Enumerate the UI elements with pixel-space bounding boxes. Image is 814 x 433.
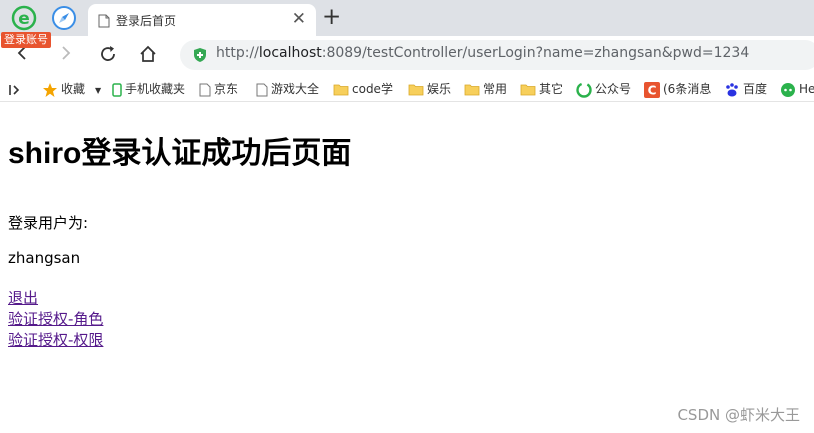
browser-toolbar: http://localhost:8089/testController/use… [0, 36, 814, 74]
reload-icon[interactable] [98, 44, 118, 68]
csdn-c-icon: C [644, 81, 660, 98]
tab-active[interactable]: 登录后首页 ✕ [88, 4, 316, 36]
tab-strip: e 登录后首页 ✕ + [0, 0, 814, 36]
username-value: zhangsan [8, 249, 81, 267]
bookmark-games[interactable]: 游戏大全 [256, 80, 322, 98]
bookmark-folder-common[interactable]: 常用 [464, 80, 512, 98]
watermark: CSDN @虾米大王 [677, 406, 800, 424]
bookmarks-bar: 收藏 ▼ 手机收藏夹 京东 游戏大全 code学 娱乐 常用 其它 公众号 C (6… [0, 76, 814, 102]
verify-role-link[interactable]: 验证授权-角色 [8, 308, 103, 329]
folder-icon [333, 84, 349, 96]
new-tab-icon[interactable]: + [322, 3, 341, 31]
login-account-badge[interactable]: 登录账号 [1, 32, 51, 48]
chevron-down-icon[interactable]: ▼ [95, 86, 101, 95]
page-icon [256, 83, 268, 96]
bookmark-folder-other[interactable]: 其它 [520, 80, 568, 98]
bookmark-baidu[interactable]: 百度 [724, 80, 774, 98]
address-url[interactable]: http://localhost:8089/testController/use… [216, 45, 749, 61]
svg-text:e: e [18, 9, 30, 29]
logout-link[interactable]: 退出 [8, 287, 38, 308]
navigation-compass-icon[interactable] [50, 4, 78, 32]
baidu-paw-icon [726, 82, 738, 96]
folder-icon [408, 84, 424, 96]
close-icon[interactable]: ✕ [292, 9, 306, 29]
page-heading: shiro登录认证成功后页面 [8, 137, 352, 170]
login-user-label: 登录用户为: [8, 214, 89, 232]
star-icon [43, 82, 57, 97]
document-icon [98, 13, 110, 32]
browser-logo-icon[interactable]: e [10, 4, 38, 32]
folder-icon [464, 84, 480, 96]
forward-arrow-icon[interactable] [56, 44, 74, 66]
bookmark-official-account[interactable]: 公众号 [576, 80, 638, 98]
sidebar-toggle-icon[interactable] [8, 80, 27, 98]
address-bar[interactable]: http://localhost:8089/testController/use… [180, 40, 814, 70]
bookmark-he[interactable]: He [780, 80, 814, 98]
bookmark-folder-code[interactable]: code学 [333, 80, 397, 98]
bookmark-mobile[interactable]: 手机收藏夹 [112, 80, 190, 98]
green-swirl-icon [576, 81, 592, 98]
bookmark-favorites[interactable]: 收藏 ▼ [42, 80, 108, 98]
svg-text:C: C [648, 83, 657, 97]
shield-icon[interactable] [192, 47, 208, 67]
page-icon [199, 83, 211, 96]
bookmark-folder-entertainment[interactable]: 娱乐 [408, 80, 456, 98]
verify-permission-link[interactable]: 验证授权-权限 [8, 329, 103, 350]
green-chat-icon [781, 82, 795, 97]
phone-icon [112, 82, 122, 97]
bookmark-csdn-messages[interactable]: C (6条消息 [644, 80, 714, 98]
bookmark-jd[interactable]: 京东 [199, 80, 247, 98]
folder-icon [520, 84, 536, 96]
tab-title: 登录后首页 [116, 14, 177, 28]
home-icon[interactable] [138, 44, 158, 68]
